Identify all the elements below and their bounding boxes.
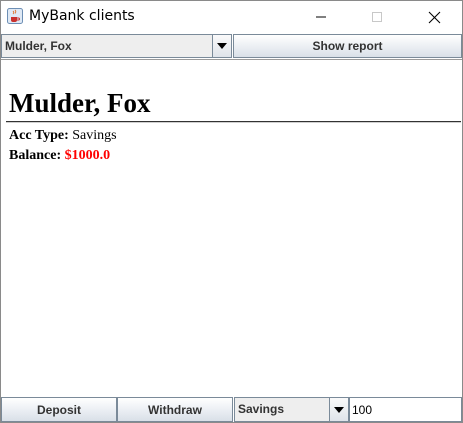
action-bar: Deposit Withdraw Savings <box>1 397 462 422</box>
balance-value: $1000.0 <box>64 148 111 163</box>
maximize-icon <box>372 12 382 22</box>
chevron-down-icon[interactable] <box>212 35 231 57</box>
account-type-select-value: Savings <box>238 402 285 416</box>
maximize-button[interactable] <box>354 1 400 33</box>
title-bar[interactable]: MyBank clients <box>1 1 462 33</box>
minimize-button[interactable] <box>298 1 344 33</box>
client-select[interactable]: Mulder, Fox <box>1 34 232 58</box>
acc-type-row: Acc Type: Savings <box>9 128 117 144</box>
show-report-button[interactable]: Show report <box>233 34 462 58</box>
balance-label: Balance: <box>9 148 62 163</box>
minimize-icon <box>316 16 326 18</box>
client-name-heading: Mulder, Fox <box>9 88 151 118</box>
client-select-value: Mulder, Fox <box>5 39 72 53</box>
deposit-button[interactable]: Deposit <box>1 397 117 422</box>
acc-type-value: Savings <box>72 128 117 143</box>
window-title: MyBank clients <box>29 8 135 24</box>
report-panel: Mulder, Fox <box>9 87 459 119</box>
account-type-select[interactable]: Savings <box>234 397 349 422</box>
close-button[interactable] <box>411 1 457 33</box>
chevron-down-icon[interactable] <box>329 398 348 421</box>
balance-row: Balance: $1000.0 <box>9 148 110 164</box>
withdraw-button[interactable]: Withdraw <box>117 397 233 422</box>
top-toolbar: Mulder, Fox Show report <box>1 34 462 60</box>
java-coffee-cup-icon[interactable] <box>7 8 23 24</box>
acc-type-label: Acc Type: <box>9 128 69 143</box>
app-window: MyBank clients Mulder, Fox Show report M… <box>0 0 463 423</box>
close-icon <box>428 11 440 23</box>
amount-input[interactable] <box>349 397 462 422</box>
heading-divider <box>6 121 461 122</box>
